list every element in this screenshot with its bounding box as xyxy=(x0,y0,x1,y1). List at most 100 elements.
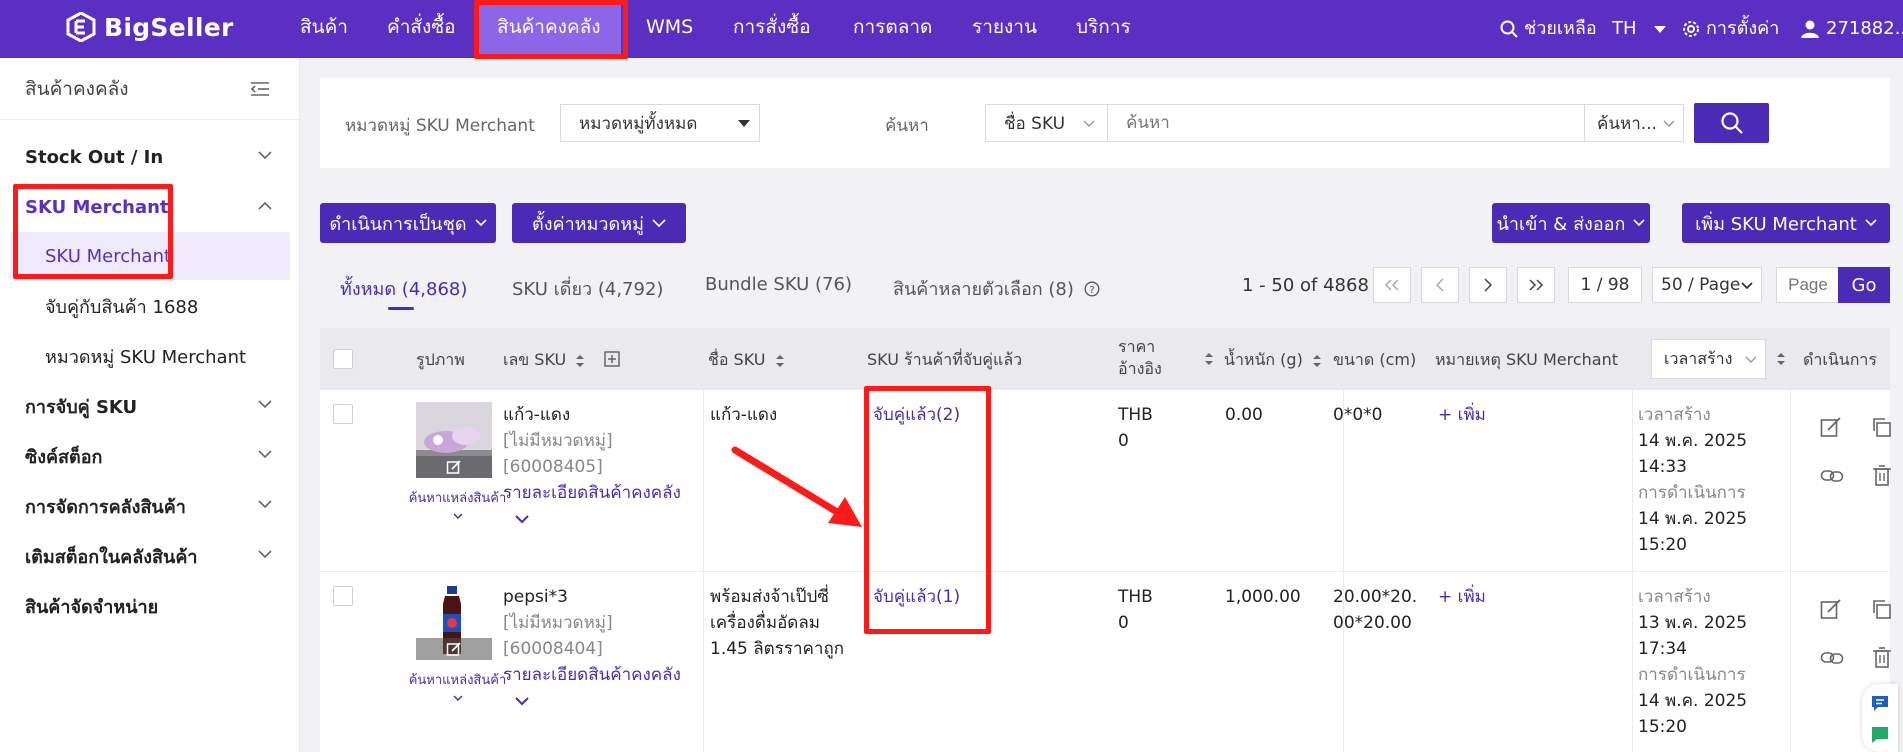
go-button[interactable]: Go xyxy=(1838,267,1890,303)
trash-icon[interactable] xyxy=(1872,465,1892,487)
sidebar-item-match-1688[interactable]: จับคู่กับสินค้า 1688 xyxy=(0,282,300,330)
search-button[interactable] xyxy=(1694,103,1769,143)
link-icon[interactable] xyxy=(1820,466,1844,486)
tab-bundle-sku[interactable]: Bundle SKU (76) xyxy=(705,274,852,295)
matched-shop-sku-link[interactable]: จับคู่แล้ว(2) xyxy=(873,402,960,428)
message-icon[interactable] xyxy=(1871,726,1889,744)
set-category-button[interactable]: ตั้งค่าหมวดหมู่ xyxy=(512,203,686,243)
nav-wms[interactable]: WMS xyxy=(646,0,693,58)
last-page-button[interactable] xyxy=(1517,267,1555,303)
sidebar-group-warehouse[interactable]: การจัดการคลังสินค้า xyxy=(0,482,300,530)
search-input[interactable] xyxy=(1107,104,1585,142)
help-link[interactable]: ช่วยเหลือ xyxy=(1500,0,1597,58)
col-weight[interactable]: น้ำหนัก (g) xyxy=(1224,348,1322,373)
edit-image-button[interactable] xyxy=(416,638,492,660)
edit-image-button[interactable] xyxy=(416,456,492,478)
sku-name: แก้ว-แดง xyxy=(710,402,777,428)
chevron-down-icon xyxy=(1745,356,1757,363)
created-time: 14:33 xyxy=(1638,457,1687,477)
operated-label: การดำเนินการ xyxy=(1638,665,1746,685)
sidebar-group-stock[interactable]: Stock Out / In xyxy=(0,133,300,181)
add-note-link[interactable]: + เพิ่ม xyxy=(1438,584,1486,610)
collapse-menu-icon[interactable] xyxy=(250,80,270,98)
nav-services[interactable]: บริการ xyxy=(1076,0,1131,58)
row-checkbox[interactable] xyxy=(333,404,353,424)
sort-icon[interactable] xyxy=(1776,352,1786,366)
double-chevron-right-icon xyxy=(1529,279,1544,291)
matched-shop-sku-link[interactable]: จับคู่แล้ว(1) xyxy=(873,584,960,610)
settings-link[interactable]: การตั้งค่า xyxy=(1682,0,1779,58)
per-page-select[interactable]: 50 / Page xyxy=(1652,267,1762,303)
brand-logo[interactable]: BigSeller xyxy=(66,12,234,42)
sku-name-line: เครื่องดื่มอัดลม xyxy=(710,613,820,633)
sidebar-group-sku-pairing[interactable]: การจับคู่ SKU xyxy=(0,382,300,430)
bulk-action-button[interactable]: ดำเนินการเป็นชุด xyxy=(320,203,496,243)
edit-icon xyxy=(446,642,461,656)
sort-icon[interactable] xyxy=(1204,352,1214,366)
col-price-line1: ราคา xyxy=(1118,337,1156,356)
select-all-checkbox[interactable] xyxy=(333,349,353,369)
bigseller-logo-icon xyxy=(66,12,96,42)
set-category-label: ตั้งค่าหมวดหมู่ xyxy=(532,213,644,235)
sidebar-group-sku-merchant[interactable]: SKU Merchant xyxy=(0,183,300,231)
prev-page-button[interactable] xyxy=(1421,267,1459,303)
sku-category: [ไม่มีหมวดหมู่] xyxy=(503,431,613,451)
edit-icon[interactable] xyxy=(1820,416,1842,438)
search-field-select[interactable]: ชื่อ SKU xyxy=(985,104,1108,142)
nav-purchase[interactable]: การสั่งซื้อ xyxy=(733,0,811,58)
product-thumbnail[interactable] xyxy=(416,584,492,660)
trash-icon[interactable] xyxy=(1872,647,1892,669)
tab-variant[interactable]: สินค้าหลายตัวเลือก (8) ? xyxy=(893,274,1100,303)
price-currency: THB xyxy=(1118,405,1153,425)
category-select[interactable]: หมวดหมู่ทั้งหมด xyxy=(560,104,760,142)
sidebar-item-sku-merchant[interactable]: SKU Merchant xyxy=(10,232,290,280)
col-sku-no-label: เลข SKU xyxy=(503,350,567,369)
floating-support-widget[interactable] xyxy=(1862,684,1898,752)
nav-inventory[interactable]: สินค้าคงคลัง xyxy=(477,0,621,58)
language-selector[interactable]: TH xyxy=(1612,0,1667,58)
next-page-button[interactable] xyxy=(1469,267,1507,303)
import-export-button[interactable]: นำเข้า & ส่งออก xyxy=(1492,203,1650,243)
chevron-down-icon xyxy=(258,450,272,459)
copy-icon[interactable] xyxy=(1870,598,1892,620)
add-column-icon[interactable] xyxy=(604,351,621,367)
col-sku-name[interactable]: ชื่อ SKU xyxy=(708,348,785,373)
nav-reports[interactable]: รายงาน xyxy=(972,0,1037,58)
tab-all[interactable]: ทั้งหมด (4,868) xyxy=(340,274,467,303)
tab-single-sku[interactable]: SKU เดี่ยว (4,792) xyxy=(512,274,663,303)
search-mode-select[interactable]: ค้นหา... xyxy=(1584,104,1684,142)
reference-price: THB 0 xyxy=(1118,402,1153,454)
inventory-detail-link[interactable]: รายละเอียดสินค้าคงคลัง xyxy=(503,480,681,506)
sidebar-group-distribution[interactable]: สินค้าจัดจำหน่าย xyxy=(0,582,300,630)
created-date: 14 พ.ค. 2025 xyxy=(1638,431,1748,451)
sku-name-line: 1.45 ลิตรราคาถูก xyxy=(710,639,845,659)
nav-marketing[interactable]: การตลาด xyxy=(853,0,932,58)
user-menu[interactable]: 271882... xyxy=(1800,0,1903,58)
sidebar-group-sync-stock[interactable]: ซิงค์สต็อก xyxy=(0,432,300,480)
chevron-down-icon[interactable] xyxy=(515,515,529,524)
add-note-link[interactable]: + เพิ่ม xyxy=(1438,402,1486,428)
link-icon[interactable] xyxy=(1820,648,1844,668)
add-sku-button[interactable]: เพิ่ม SKU Merchant xyxy=(1682,203,1890,243)
inventory-detail-link[interactable]: รายละเอียดสินค้าคงคลัง xyxy=(503,662,681,688)
chevron-down-icon[interactable] xyxy=(515,697,529,706)
edit-icon[interactable] xyxy=(1820,598,1842,620)
page-jump-input[interactable] xyxy=(1776,267,1840,303)
tab-variant-label: สินค้าหลายตัวเลือก (8) xyxy=(893,279,1074,300)
col-sku-no[interactable]: เลข SKU xyxy=(503,348,621,373)
sort-icon xyxy=(775,354,784,367)
chevron-down-icon xyxy=(258,550,272,559)
copy-icon[interactable] xyxy=(1870,416,1892,438)
row-checkbox[interactable] xyxy=(333,586,353,606)
time-sort-select[interactable]: เวลาสร้าง xyxy=(1651,339,1766,379)
sidebar-group-restock[interactable]: เติมสต็อกในคลังสินค้า xyxy=(0,532,300,580)
sidebar-item-category[interactable]: หมวดหมู่ SKU Merchant xyxy=(0,332,300,380)
nav-products[interactable]: สินค้า xyxy=(300,0,348,58)
product-thumbnail[interactable] xyxy=(416,402,492,478)
search-icon xyxy=(1500,20,1518,38)
operated-time: 15:20 xyxy=(1638,535,1687,555)
svg-text:?: ? xyxy=(1089,285,1094,296)
first-page-button[interactable] xyxy=(1373,267,1411,303)
nav-orders[interactable]: คำสั่งซื้อ xyxy=(387,0,456,58)
chat-icon[interactable] xyxy=(1871,694,1889,712)
